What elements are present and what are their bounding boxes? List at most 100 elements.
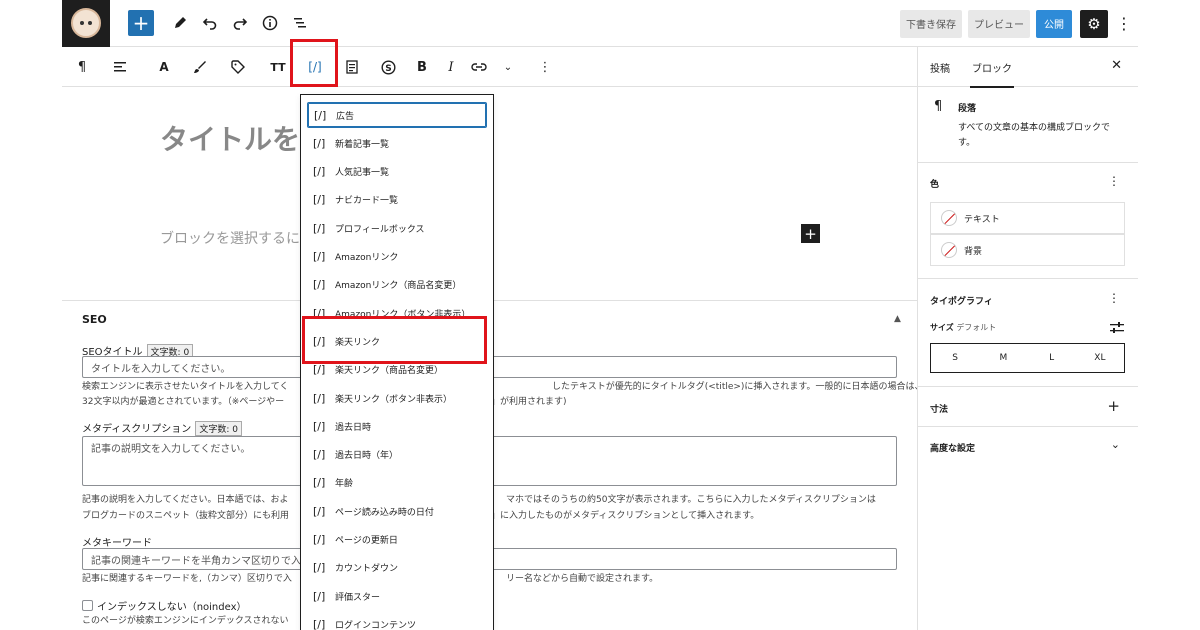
top-toolbar: + 下書き保存 プレビュー 公開 ⚙ ⋮ [62,0,1138,47]
text-size-icon[interactable]: TT [266,55,290,79]
settings-sidebar: 投稿 ブロック ✕ ¶ 段落 すべての文章の基本の構成ブロックで す。 色 ⋮ … [917,47,1138,630]
dropdown-item[interactable]: [/] 過去日時 [307,413,487,439]
align-icon[interactable] [110,55,130,79]
dropdown-item-label: ログインコンテンツ [335,620,417,630]
empty-swatch-icon [941,210,957,226]
dropdown-item[interactable]: [/] ログインコンテンツ [307,611,487,630]
meta-desc-help-2a: ブログカードのスニペット（抜粋文部分）にも利用 [82,511,290,521]
dropdown-item[interactable]: [/] ページの更新日 [307,527,487,553]
dropdown-item-label: 広告 [336,111,355,122]
meta-keyword-help-b: リー名などから自動で設定されます。 [506,574,659,584]
paragraph-block-icon: ¶ [934,99,943,114]
block-placeholder[interactable]: ブロックを選択するに [160,228,300,248]
link-icon[interactable] [468,55,490,79]
dropdown-item-label: 過去日時 [335,422,372,433]
shortcode-icon: [/] [313,419,326,433]
dropdown-item-label: ページの更新日 [335,536,398,546]
dropdown-item-label: プロフィールボックス [335,224,425,235]
dimensions-section[interactable]: 寸法 + [918,387,1138,427]
noindex-checkbox-row[interactable]: インデックスしない（noindex） [82,598,247,613]
dropdown-item[interactable]: [/] 年齢 [307,470,487,496]
text-color-item[interactable]: テキスト [930,202,1125,234]
bold-icon[interactable]: B [414,55,430,79]
seo-heading: SEO [82,313,107,326]
tab-block[interactable]: ブロック [970,60,1014,88]
custom-size-icon[interactable] [1110,319,1124,338]
seo-title-help-1a: 検索エンジンに表示させたいタイトルを入力してく [82,382,289,392]
size-option-m[interactable]: M [979,353,1027,363]
dropdown-item[interactable]: [/] ページ読み込み時の日付 [307,498,487,524]
shortcode-icon: [/] [313,589,326,603]
close-icon[interactable]: ✕ [1111,58,1122,73]
preview-button[interactable]: プレビュー [968,9,1030,38]
more-options-icon[interactable]: ⋮ [538,55,552,79]
pen-icon[interactable] [166,8,194,38]
block-description-1: すべての文章の基本の構成ブロックで [958,123,1111,133]
font-icon[interactable]: A [154,55,174,79]
dropdown-item[interactable]: [/] 人気記事一覧 [307,159,487,185]
shortcode-icon: [/] [313,617,326,630]
dropdown-item[interactable]: [/] ナビカード一覧 [307,187,487,213]
dropdown-item-label: 楽天リンク（商品名変更） [335,366,444,377]
block-name: 段落 [958,104,977,114]
size-option-l[interactable]: L [1028,353,1076,363]
meta-desc-help-2b: 粋」に入力したものがメタディスクリプションとして挿入されます。 [482,511,760,521]
save-draft-button[interactable]: 下書き保存 [900,9,962,38]
shortcode-icon: [/] [313,278,326,292]
chevron-down-icon[interactable]: ⌄ [1111,438,1120,451]
more-options-icon[interactable]: ⋮ [1114,14,1134,33]
seo-title-help-2b: ル」が利用されます) [482,397,567,407]
shortcode-icon: [/] [313,136,326,150]
dropdown-item[interactable]: [/] 広告 [307,102,487,128]
seo-title-help-2a: 32文字以内が最適とされています。（※ページやー [82,397,285,407]
list-view-icon[interactable] [286,8,314,38]
font-size-picker: S M L XL [930,343,1125,373]
advanced-section[interactable]: 高度な設定 ⌄ [918,427,1138,467]
dropdown-item[interactable]: [/] Amazonリンク [307,244,487,270]
dropdown-item[interactable]: [/] 過去日時（年） [307,442,487,468]
redo-icon[interactable] [226,8,254,38]
dropdown-item-label: 年齢 [335,479,354,490]
meta-keyword-label: メタキーワード [82,538,152,549]
dropdown-item-label: Amazonリンク（商品名変更） [335,281,462,292]
paragraph-icon[interactable]: ¶ [72,55,92,79]
plus-icon[interactable]: + [1107,397,1120,415]
typography-more-icon[interactable]: ⋮ [1108,291,1120,305]
undo-icon[interactable] [196,8,224,38]
dollar-icon[interactable]: S [378,55,398,79]
tag-icon[interactable] [228,55,248,79]
dropdown-item[interactable]: [/] プロフィールボックス [307,215,487,241]
brush-icon[interactable] [190,55,210,79]
svg-text:S: S [385,64,391,74]
noindex-checkbox[interactable] [82,600,93,611]
typography-title: タイポグラフィ [930,297,993,307]
tab-post[interactable]: 投稿 [930,60,950,75]
size-option-s[interactable]: S [931,353,979,363]
noindex-help: このページが検索エンジンにインデックスされない [82,616,289,626]
background-color-label: 背景 [964,246,983,257]
dropdown-item-label: 楽天リンク（ボタン非表示） [335,394,453,405]
shortcode-icon: [/] [313,221,326,235]
collapse-caret-icon[interactable]: ▲ [894,314,901,324]
dropdown-item[interactable]: [/] 新着記事一覧 [307,130,487,156]
shortcode-icon: [/] [313,250,326,263]
background-color-item[interactable]: 背景 [930,234,1125,266]
italic-icon[interactable]: I [444,55,458,79]
document-icon[interactable] [342,55,362,79]
dropdown-item[interactable]: [/] Amazonリンク（商品名変更） [307,272,487,298]
chevron-down-icon[interactable]: ⌄ [500,55,516,79]
publish-button[interactable]: 公開 [1036,9,1072,38]
inline-add-block-button[interactable]: + [801,224,820,243]
dropdown-item[interactable]: [/] 楽天リンク（ボタン非表示） [307,385,487,411]
color-more-icon[interactable]: ⋮ [1108,174,1120,188]
site-logo[interactable] [62,0,110,47]
post-title[interactable]: タイトルを [160,118,300,158]
shortcode-icon: [/] [313,391,326,405]
info-icon[interactable] [256,8,284,38]
settings-gear-icon[interactable]: ⚙ [1080,9,1108,38]
dropdown-item[interactable]: [/] 評価スター [307,583,487,609]
size-option-xl[interactable]: XL [1076,353,1124,363]
top-actions: 下書き保存 プレビュー 公開 ⚙ ⋮ [900,0,1138,47]
dropdown-item[interactable]: [/] カウントダウン [307,555,487,581]
add-block-button[interactable]: + [128,10,154,36]
